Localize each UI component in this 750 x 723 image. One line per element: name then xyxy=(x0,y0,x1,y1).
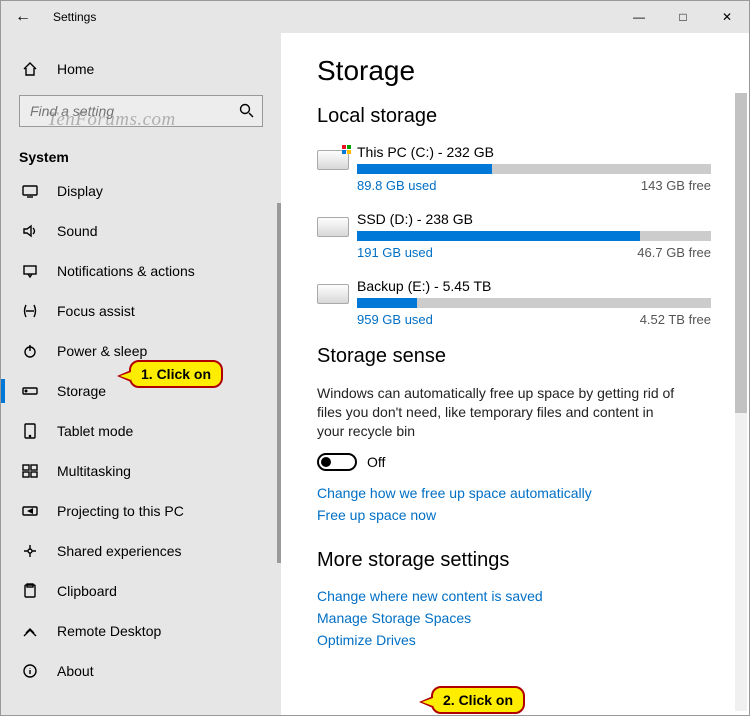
main-scrollbar[interactable] xyxy=(735,93,747,711)
power-icon xyxy=(19,343,41,359)
sidebar-item-clipboard[interactable]: Clipboard xyxy=(1,571,281,611)
link-optimize-drives[interactable]: Optimize Drives xyxy=(317,632,727,648)
remote-icon xyxy=(19,623,41,639)
drive-free: 46.7 GB free xyxy=(637,245,711,260)
drive-usage-bar xyxy=(357,298,711,308)
drive-row[interactable]: SSD (D:) - 238 GB 191 GB used 46.7 GB free xyxy=(317,211,727,260)
drive-usage-bar xyxy=(357,164,711,174)
sidebar-item-focus-assist[interactable]: Focus assist xyxy=(1,291,281,331)
sidebar-item-projecting[interactable]: Projecting to this PC xyxy=(1,491,281,531)
back-button[interactable]: ← xyxy=(1,8,45,26)
home-label: Home xyxy=(57,61,94,77)
storage-sense-toggle[interactable] xyxy=(317,453,357,471)
drive-name: Backup (E:) - 5.45 TB xyxy=(357,278,711,294)
link-storage-spaces[interactable]: Manage Storage Spaces xyxy=(317,610,727,626)
section-heading: System xyxy=(1,141,281,171)
annotation-callout-2: 2. Click on xyxy=(431,686,525,714)
display-icon xyxy=(19,183,41,199)
link-free-now[interactable]: Free up space now xyxy=(317,507,727,523)
sound-icon xyxy=(19,223,41,239)
local-storage-heading: Local storage xyxy=(317,105,727,128)
home-icon xyxy=(19,61,41,77)
sidebar-item-tablet[interactable]: Tablet mode xyxy=(1,411,281,451)
drive-row[interactable]: This PC (C:) - 232 GB 89.8 GB used 143 GB … xyxy=(317,144,727,193)
drive-used: 89.8 GB used xyxy=(357,178,437,193)
drive-name: SSD (D:) - 238 GB xyxy=(357,211,711,227)
drive-free: 4.52 TB free xyxy=(640,312,711,327)
storage-sense-state: Off xyxy=(367,454,385,470)
focus-icon xyxy=(19,303,41,319)
drive-usage-bar xyxy=(357,231,711,241)
sidebar-item-remote[interactable]: Remote Desktop xyxy=(1,611,281,651)
projecting-icon xyxy=(19,503,41,519)
sidebar-item-multitasking[interactable]: Multitasking xyxy=(1,451,281,491)
clipboard-icon xyxy=(19,583,41,599)
drive-used: 191 GB used xyxy=(357,245,433,260)
main-panel: Storage Local storage This PC (C:) - 232… xyxy=(281,33,749,715)
storage-sense-desc: Windows can automatically free up space … xyxy=(317,384,677,441)
search-box[interactable] xyxy=(19,95,263,127)
maximize-button[interactable]: □ xyxy=(661,1,705,33)
storage-sense-heading: Storage sense xyxy=(317,345,727,368)
page-title: Storage xyxy=(317,55,727,87)
titlebar: ← Settings ― □ ✕ xyxy=(1,1,749,33)
drive-icon xyxy=(317,144,357,193)
notifications-icon xyxy=(19,263,41,279)
drive-free: 143 GB free xyxy=(641,178,711,193)
search-input[interactable] xyxy=(28,102,238,120)
sidebar-item-sound[interactable]: Sound xyxy=(1,211,281,251)
window-title: Settings xyxy=(53,10,96,24)
drive-used: 959 GB used xyxy=(357,312,433,327)
minimize-button[interactable]: ― xyxy=(617,1,661,33)
more-storage-heading: More storage settings xyxy=(317,549,727,572)
multitasking-icon xyxy=(19,463,41,479)
shared-icon xyxy=(19,543,41,559)
search-icon xyxy=(238,102,254,121)
sidebar-item-shared[interactable]: Shared experiences xyxy=(1,531,281,571)
storage-icon xyxy=(19,383,41,399)
link-new-content[interactable]: Change where new content is saved xyxy=(317,588,727,604)
drive-icon xyxy=(317,211,357,260)
drive-icon xyxy=(317,278,357,327)
tablet-icon xyxy=(19,423,41,439)
annotation-callout-1: 1. Click on xyxy=(129,360,223,388)
sidebar-item-display[interactable]: Display xyxy=(1,171,281,211)
drive-row[interactable]: Backup (E:) - 5.45 TB 959 GB used 4.52 TB … xyxy=(317,278,727,327)
close-button[interactable]: ✕ xyxy=(705,1,749,33)
drive-name: This PC (C:) - 232 GB xyxy=(357,144,711,160)
link-change-auto[interactable]: Change how we free up space automaticall… xyxy=(317,485,727,501)
sidebar-item-notifications[interactable]: Notifications & actions xyxy=(1,251,281,291)
home-nav[interactable]: Home xyxy=(1,49,281,89)
sidebar-item-about[interactable]: About xyxy=(1,651,281,691)
about-icon xyxy=(19,663,41,679)
